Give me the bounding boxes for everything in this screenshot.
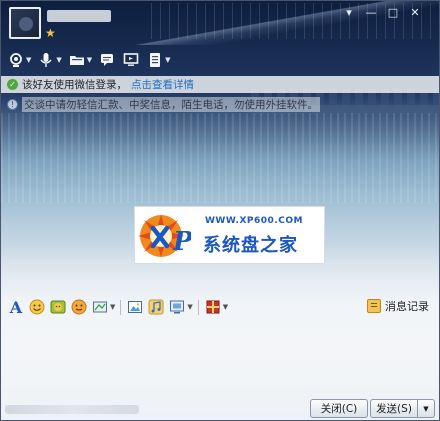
watermark-url: WWW.XP600.COM bbox=[205, 216, 303, 226]
vip-star-icon: ★ bbox=[45, 26, 56, 40]
remote-desktop-button[interactable] bbox=[120, 49, 142, 71]
message-history-button[interactable]: 消息记录 bbox=[367, 298, 429, 314]
title-bar: ★ ▾ — □ ✕ bbox=[1, 1, 439, 47]
ad-text-redacted bbox=[5, 405, 139, 414]
message-icon bbox=[98, 51, 116, 69]
video-call-button[interactable]: ▼ bbox=[5, 49, 33, 71]
contact-nickname-redacted bbox=[47, 10, 111, 22]
music-icon[interactable] bbox=[147, 298, 165, 316]
monitor-icon bbox=[122, 51, 140, 69]
info-shield-icon: ! bbox=[7, 98, 18, 110]
xp-badge-icon: P bbox=[138, 215, 191, 257]
close-chat-button[interactable]: 关闭(C) bbox=[310, 399, 368, 418]
emoji-icon[interactable] bbox=[28, 298, 46, 316]
wechat-login-notice: ✓ 该好友使用微信登录， 点击查看详情 bbox=[1, 76, 439, 93]
maximize-button[interactable]: □ bbox=[384, 5, 402, 21]
history-icon bbox=[367, 299, 381, 313]
app-box-icon bbox=[146, 51, 164, 69]
send-options-button[interactable]: ▼ bbox=[417, 399, 435, 418]
chat-window: ★ ▾ — □ ✕ ▼ ▼ ▼ ▼ ✓ 该好友使用微信登录， 点击查看详情 ! … bbox=[0, 0, 440, 421]
video-camera-icon bbox=[7, 51, 25, 69]
security-tip-notice: ! 交谈中请勿轻信汇款、中奖信息，陌生电话，勿使用外挂软件。 bbox=[1, 96, 439, 112]
site-watermark-logo: P WWW.XP600.COM 系统盘之家 bbox=[134, 206, 325, 264]
svg-text:P: P bbox=[172, 227, 191, 257]
microphone-icon bbox=[37, 51, 55, 69]
send-file-caret-icon[interactable]: ▼ bbox=[87, 56, 92, 64]
security-tip-text: 交谈中请勿轻信汇款、中奖信息，陌生电话，勿使用外挂软件。 bbox=[22, 96, 320, 112]
video-call-caret-icon[interactable]: ▼ bbox=[26, 56, 31, 64]
shake-window-icon[interactable] bbox=[91, 298, 109, 316]
send-sms-button[interactable] bbox=[96, 49, 118, 71]
close-window-button[interactable]: ✕ bbox=[406, 5, 424, 21]
send-button[interactable]: 发送(S) bbox=[370, 399, 418, 418]
send-image-icon[interactable] bbox=[126, 298, 144, 316]
gif-emoji-icon[interactable] bbox=[49, 298, 67, 316]
gift-icon[interactable] bbox=[204, 298, 222, 316]
minimize-button[interactable]: — bbox=[362, 5, 380, 21]
folder-icon bbox=[68, 51, 86, 69]
message-history-label: 消息记录 bbox=[385, 300, 429, 313]
font-button[interactable]: A bbox=[7, 298, 25, 317]
voice-call-button[interactable]: ▼ bbox=[35, 49, 63, 71]
wechat-details-link[interactable]: 点击查看详情 bbox=[131, 77, 194, 92]
shake-window-caret-icon[interactable]: ▼ bbox=[110, 303, 115, 311]
send-file-button[interactable]: ▼ bbox=[66, 49, 94, 71]
voice-call-caret-icon[interactable]: ▼ bbox=[56, 56, 61, 64]
gift-caret-icon[interactable]: ▼ bbox=[223, 303, 228, 311]
screenshot-caret-icon[interactable]: ▼ bbox=[187, 303, 192, 311]
background-water bbox=[1, 113, 439, 203]
more-apps-button[interactable]: ▼ bbox=[144, 49, 172, 71]
watermark-title: 系统盘之家 bbox=[203, 235, 298, 256]
more-apps-caret-icon[interactable]: ▼ bbox=[165, 56, 170, 64]
chat-toolbar: ▼ ▼ ▼ ▼ bbox=[5, 49, 173, 71]
check-icon: ✓ bbox=[7, 79, 18, 90]
settings-menu-button[interactable]: ▾ bbox=[340, 5, 358, 21]
toolbar-divider bbox=[197, 299, 199, 315]
toolbar-divider bbox=[120, 299, 122, 315]
magic-emoji-icon[interactable] bbox=[70, 298, 88, 316]
wechat-login-text: 该好友使用微信登录， bbox=[22, 79, 127, 91]
contact-avatar[interactable] bbox=[9, 7, 41, 39]
screenshot-icon[interactable] bbox=[168, 298, 186, 316]
